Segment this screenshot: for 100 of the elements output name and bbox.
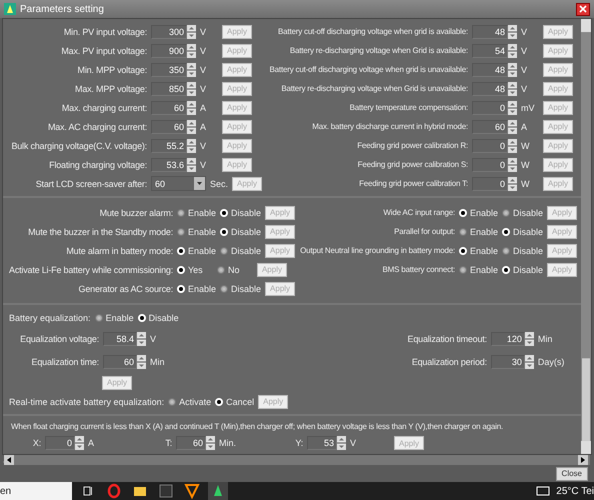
number-field[interactable]: 60 (151, 120, 187, 134)
apply-button[interactable]: Apply (222, 158, 252, 172)
apply-button[interactable]: Apply (222, 100, 252, 114)
apply-button[interactable]: Apply (543, 176, 574, 190)
number-field[interactable]: 60 (151, 100, 187, 114)
number-field[interactable]: 0 (472, 100, 508, 114)
apply-button[interactable]: Apply (547, 206, 578, 220)
radio-button[interactable] (220, 284, 228, 292)
radio-label: Disable (231, 284, 262, 294)
spin-arrows-icon[interactable] (524, 354, 534, 368)
apply-button[interactable]: Apply (232, 176, 262, 190)
app-icon[interactable] (208, 482, 228, 500)
radio-label: Disable (231, 208, 262, 218)
spin-arrows-icon[interactable] (206, 436, 215, 450)
number-field[interactable]: 300 (151, 24, 187, 38)
radio-button[interactable] (216, 266, 225, 274)
taskbar-search-field[interactable]: en (0, 482, 72, 500)
apply-button[interactable]: Apply (543, 24, 574, 38)
radio-button[interactable] (220, 246, 228, 254)
spin-arrows-icon[interactable] (508, 158, 517, 172)
apply-button[interactable]: Apply (256, 262, 287, 276)
apply-button[interactable]: Apply (543, 44, 574, 58)
number-field[interactable]: 48 (472, 82, 508, 96)
spin-arrows-icon[interactable] (508, 82, 517, 96)
setting-label: Max. MPP voltage: (74, 84, 147, 94)
radio-button[interactable] (177, 228, 185, 236)
apply-button[interactable]: Apply (265, 224, 296, 238)
number-field[interactable]: 48 (472, 24, 508, 38)
spin-arrows-icon[interactable] (187, 120, 196, 134)
spin-arrows-icon[interactable] (137, 354, 146, 368)
number-field[interactable]: 58.4 (103, 332, 137, 346)
radio-button[interactable] (459, 266, 467, 274)
number-field[interactable]: 60 (472, 120, 508, 134)
number-field[interactable]: 900 (151, 44, 187, 58)
number-field[interactable]: 120 (490, 332, 525, 346)
spin-arrows-icon[interactable] (508, 100, 517, 114)
apply-button[interactable]: Apply (547, 244, 578, 258)
radio-button[interactable] (502, 246, 510, 254)
number-field[interactable]: 850 (151, 82, 187, 96)
number-field[interactable]: 0 (472, 138, 508, 152)
radio-button[interactable] (459, 228, 467, 236)
spin-arrows-icon[interactable] (508, 62, 517, 76)
apply-button[interactable]: Apply (102, 376, 132, 390)
option-label: Mute the buzzer in the Standby mode: (27, 226, 173, 236)
apply-button[interactable]: Apply (222, 44, 252, 58)
apply-button[interactable]: Apply (222, 138, 252, 152)
spin-arrows-icon[interactable] (187, 44, 196, 58)
spin-arrows-icon[interactable] (75, 436, 84, 450)
dropdown-field[interactable]: 60 (151, 176, 206, 191)
number-field[interactable]: 30 (490, 354, 525, 368)
close-button[interactable] (576, 2, 590, 16)
spin-arrows-icon[interactable] (187, 62, 196, 76)
apply-button[interactable]: Apply (394, 436, 424, 450)
number-field[interactable]: 54 (472, 44, 508, 58)
number-field[interactable]: 0 (472, 176, 508, 190)
apply-button[interactable]: Apply (258, 394, 288, 408)
apply-button[interactable]: Apply (547, 262, 578, 276)
radio-button[interactable] (168, 398, 176, 406)
apply-button[interactable]: Apply (222, 120, 252, 134)
spin-arrows-icon[interactable] (524, 332, 534, 346)
close-window-button[interactable]: Close (556, 466, 588, 480)
number-field[interactable]: 48 (472, 62, 508, 76)
apply-button[interactable]: Apply (265, 244, 296, 258)
apply-button[interactable]: Apply (547, 224, 578, 238)
number-field[interactable]: 350 (151, 62, 187, 76)
apply-button[interactable]: Apply (543, 138, 574, 152)
apply-button[interactable]: Apply (543, 62, 574, 76)
apply-button[interactable]: Apply (222, 62, 252, 76)
number-field[interactable]: 53.6 (151, 158, 187, 172)
spin-arrows-icon[interactable] (137, 332, 146, 346)
radio-button[interactable] (94, 314, 103, 322)
apply-button[interactable]: Apply (543, 120, 574, 134)
triangle-icon[interactable] (182, 482, 202, 500)
number-field[interactable]: 0 (472, 158, 508, 172)
spin-arrows-icon[interactable] (508, 176, 517, 190)
apply-button[interactable]: Apply (543, 82, 574, 96)
spin-arrows-icon[interactable] (508, 24, 517, 38)
apply-button[interactable]: Apply (265, 206, 296, 220)
radio-button[interactable] (502, 208, 510, 216)
number-field[interactable]: 60 (103, 354, 137, 368)
spin-arrows-icon[interactable] (187, 82, 196, 96)
number-field[interactable]: 60 (176, 436, 206, 450)
number-field[interactable]: 55.2 (151, 138, 187, 152)
apply-button[interactable]: Apply (222, 24, 252, 38)
spin-arrows-icon[interactable] (187, 158, 196, 172)
apply-button[interactable]: Apply (265, 282, 296, 296)
apply-button[interactable]: Apply (543, 100, 574, 114)
spin-arrows-icon[interactable] (187, 100, 196, 114)
number-field[interactable]: 53 (307, 436, 337, 450)
spin-arrows-icon[interactable] (508, 120, 517, 134)
unit-label: V (200, 46, 208, 56)
spin-arrows-icon[interactable] (187, 138, 196, 152)
apply-button[interactable]: Apply (543, 158, 574, 172)
spin-arrows-icon[interactable] (508, 44, 517, 58)
apply-button[interactable]: Apply (222, 82, 252, 96)
spin-arrows-icon[interactable] (508, 138, 517, 152)
radio-button[interactable] (177, 208, 185, 216)
spin-arrows-icon[interactable] (337, 436, 346, 450)
spin-arrows-icon[interactable] (187, 24, 196, 38)
number-field[interactable]: 0 (45, 436, 75, 450)
